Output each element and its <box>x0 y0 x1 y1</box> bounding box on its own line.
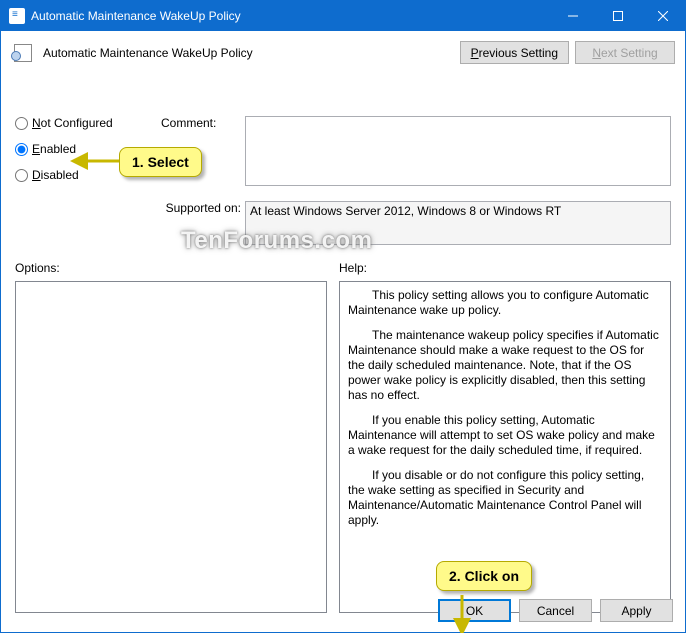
supported-on-text: At least Windows Server 2012, Windows 8 … <box>245 201 671 245</box>
annotation-callout: 1. Select <box>119 147 202 177</box>
cancel-button[interactable]: Cancel <box>519 599 592 622</box>
next-setting-button[interactable]: Next Setting <box>575 41 675 64</box>
policy-name-label: Automatic Maintenance WakeUp Policy <box>43 46 460 60</box>
help-paragraph: The maintenance wakeup policy specifies … <box>348 328 662 403</box>
supported-on-label: Supported on: <box>161 201 241 215</box>
help-label: Help: <box>339 261 367 275</box>
minimize-button[interactable] <box>550 1 595 31</box>
ok-button[interactable]: OK <box>438 599 511 622</box>
policy-titlebar-icon <box>9 8 25 24</box>
header-row: Automatic Maintenance WakeUp Policy Prev… <box>11 41 675 64</box>
content-area: Automatic Maintenance WakeUp Policy Prev… <box>1 31 685 632</box>
window-title: Automatic Maintenance WakeUp Policy <box>31 9 550 23</box>
annotation-arrow-icon <box>454 593 470 627</box>
help-paragraph: If you enable this policy setting, Autom… <box>348 413 662 458</box>
help-paragraph: This policy setting allows you to config… <box>348 288 662 318</box>
titlebar[interactable]: Automatic Maintenance WakeUp Policy <box>1 1 685 31</box>
radio-not-configured[interactable]: Not Configured <box>15 116 113 130</box>
maximize-button[interactable] <box>595 1 640 31</box>
annotation-arrow-icon <box>79 153 123 169</box>
options-label: Options: <box>15 261 60 275</box>
comment-label: Comment: <box>161 116 216 130</box>
comment-textarea[interactable] <box>245 116 671 186</box>
radio-disabled[interactable]: Disabled <box>15 168 113 182</box>
options-panel <box>15 281 327 613</box>
help-paragraph: If you disable or do not configure this … <box>348 468 662 528</box>
apply-button[interactable]: Apply <box>600 599 673 622</box>
annotation-callout: 2. Click on <box>436 561 532 591</box>
previous-setting-button[interactable]: Previous Setting <box>460 41 569 64</box>
close-button[interactable] <box>640 1 685 31</box>
policy-icon <box>11 43 35 63</box>
state-radio-group: Not Configured Enabled Disabled <box>15 116 113 182</box>
